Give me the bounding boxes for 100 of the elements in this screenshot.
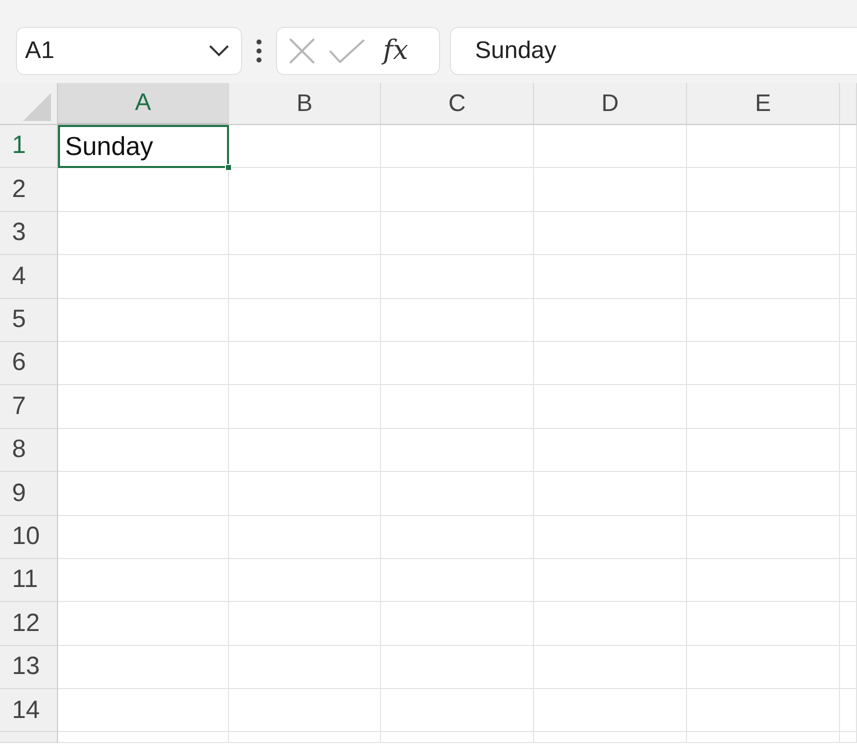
grid-cell[interactable] [840,646,857,690]
grid-cell[interactable] [381,428,534,472]
grid-cell[interactable] [534,689,687,732]
grid-cell[interactable] [534,125,687,168]
fill-handle[interactable] [225,164,232,172]
more-options-icon[interactable] [256,38,262,62]
active-cell[interactable]: Sunday [58,125,229,168]
grid-cell[interactable] [381,472,534,516]
grid-cell[interactable] [58,472,229,516]
grid-cell[interactable] [229,385,381,429]
grid-cell[interactable] [687,255,840,299]
checkmark-icon[interactable] [329,38,365,62]
grid-cell[interactable] [534,602,687,646]
grid-cell[interactable] [687,212,840,256]
grid-cell[interactable] [534,558,687,602]
grid-cell[interactable] [229,602,381,646]
grid-cell[interactable] [381,732,534,744]
grid-cell[interactable] [229,516,381,559]
insert-function-button[interactable]: fx [383,37,408,64]
grid-cell[interactable] [534,342,687,386]
grid-cell[interactable] [534,298,687,342]
grid-cell[interactable] [229,255,381,299]
grid-cell[interactable] [687,689,840,732]
column-header[interactable]: A [58,83,229,125]
grid-cell[interactable] [381,646,534,690]
grid-cell[interactable] [229,298,381,342]
dropdown-caret-icon[interactable] [209,44,229,56]
grid-cell[interactable] [58,212,229,256]
grid-cell[interactable] [840,516,857,559]
grid-cell[interactable] [381,168,534,212]
grid-cell[interactable] [687,646,840,690]
grid-cell[interactable] [840,428,857,472]
grid-cell[interactable] [58,168,229,212]
grid-cell[interactable] [381,602,534,646]
grid-cell[interactable] [58,689,229,732]
grid-cell[interactable] [840,472,857,516]
grid-cell[interactable] [58,342,229,386]
row-header[interactable]: 4 [0,255,58,299]
row-header[interactable] [0,732,58,744]
grid-cell[interactable] [58,646,229,690]
grid-cell[interactable] [840,385,857,429]
grid-cell[interactable] [687,125,840,168]
grid-cell[interactable] [840,342,857,386]
row-header[interactable]: 8 [0,428,58,472]
grid-cell[interactable] [229,428,381,472]
formula-field[interactable]: Sunday [450,26,857,74]
grid-cell[interactable] [229,472,381,516]
grid-cell[interactable] [534,255,687,299]
grid-cell[interactable] [687,558,840,602]
row-header[interactable]: 6 [0,342,58,386]
row-header[interactable]: 5 [0,298,58,342]
grid-cell[interactable] [840,732,857,744]
grid-cell[interactable] [687,168,840,212]
grid-cell[interactable] [687,516,840,559]
select-all-button[interactable] [0,83,58,125]
grid-cell[interactable] [58,428,229,472]
grid-cell[interactable] [534,212,687,256]
grid-cell[interactable] [534,472,687,516]
grid-cell[interactable] [687,732,840,744]
grid-cell[interactable] [687,472,840,516]
cancel-icon[interactable] [289,38,315,64]
grid-cell[interactable] [58,385,229,429]
grid-cell[interactable] [687,342,840,386]
grid-cell[interactable] [381,212,534,256]
grid-cell[interactable] [534,516,687,559]
grid-cell[interactable] [381,516,534,559]
grid-cell[interactable] [58,732,229,744]
row-header[interactable]: 11 [0,558,58,602]
column-header[interactable] [840,83,857,125]
grid-cell[interactable] [229,168,381,212]
grid-cell[interactable] [534,168,687,212]
row-header[interactable]: 2 [0,168,58,212]
grid-cell[interactable] [534,646,687,690]
grid-cell[interactable] [58,255,229,299]
grid-cell[interactable] [840,689,857,732]
grid-cell[interactable] [534,428,687,472]
column-header[interactable]: B [229,83,381,125]
grid-cell[interactable] [58,516,229,559]
grid-cell[interactable] [840,298,857,342]
row-header[interactable]: 12 [0,602,58,646]
row-header[interactable]: 14 [0,689,58,732]
grid-cell[interactable] [534,385,687,429]
column-header[interactable]: C [381,83,534,125]
grid-cell[interactable] [229,125,381,168]
grid-cell[interactable] [58,558,229,602]
grid-cell[interactable] [840,602,857,646]
column-header[interactable]: D [534,83,687,125]
row-header[interactable]: 7 [0,385,58,429]
grid-cell[interactable] [687,385,840,429]
grid-cell[interactable] [58,298,229,342]
grid-cell[interactable] [381,125,534,168]
grid-cell[interactable] [381,689,534,732]
grid-cell[interactable] [229,558,381,602]
grid-cell[interactable] [381,255,534,299]
grid-cell[interactable] [229,342,381,386]
grid-cell[interactable] [381,342,534,386]
grid-cell[interactable] [229,689,381,732]
grid-cell[interactable] [840,255,857,299]
grid-cell[interactable] [840,558,857,602]
grid-cell[interactable] [840,212,857,256]
